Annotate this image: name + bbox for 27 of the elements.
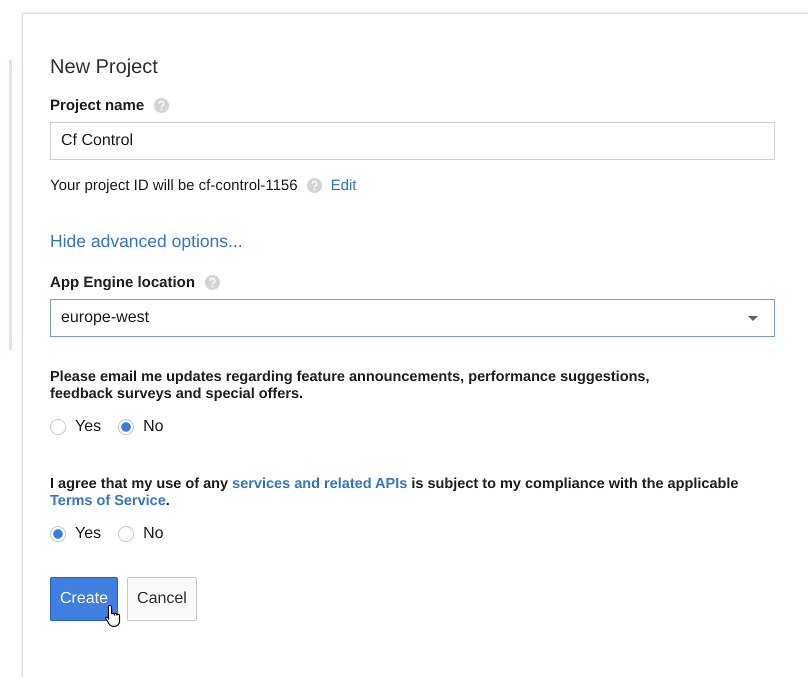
cancel-button[interactable]: Cancel <box>127 576 197 621</box>
radio-label[interactable]: No <box>143 524 164 543</box>
help-icon[interactable] <box>205 275 220 290</box>
field-label: Project name <box>50 97 144 114</box>
create-button[interactable]: Create <box>50 576 118 621</box>
field-label: App Engine location <box>50 274 195 291</box>
edit-link[interactable]: Edit <box>330 177 356 194</box>
radio-label[interactable]: No <box>143 418 164 436</box>
radio-label[interactable]: Yes <box>75 524 102 543</box>
caret-icon <box>748 316 758 320</box>
terms-question: I agree that my use of any services and related APIs is subject to my compliance with the applicable Terms of Service. <box>50 476 740 511</box>
project-name-field[interactable]: Cf Control <box>50 122 775 160</box>
help-icon[interactable] <box>154 98 170 113</box>
radio-button[interactable] <box>50 526 66 542</box>
project-id-text: Your project ID will be cf-control-1156 <box>50 177 298 194</box>
services-link[interactable]: services and related APIs <box>232 476 408 492</box>
radio-button[interactable] <box>118 526 134 542</box>
radio-button[interactable] <box>50 418 66 435</box>
hide-advanced-link[interactable]: Hide advanced options... <box>50 231 243 252</box>
email-question: Please email me updates regarding feature announcements, performance suggestions, feedback surveys and special offers. <box>50 369 651 404</box>
help-icon[interactable] <box>306 178 322 193</box>
hand-cursor-icon <box>105 604 123 628</box>
radio-label[interactable]: Yes <box>75 418 102 436</box>
location-dropdown[interactable]: europe-west <box>50 299 775 337</box>
terms-link[interactable]: Terms of Service <box>50 493 166 510</box>
radio-button[interactable] <box>118 418 134 435</box>
dialog-title: New Project <box>50 56 159 79</box>
